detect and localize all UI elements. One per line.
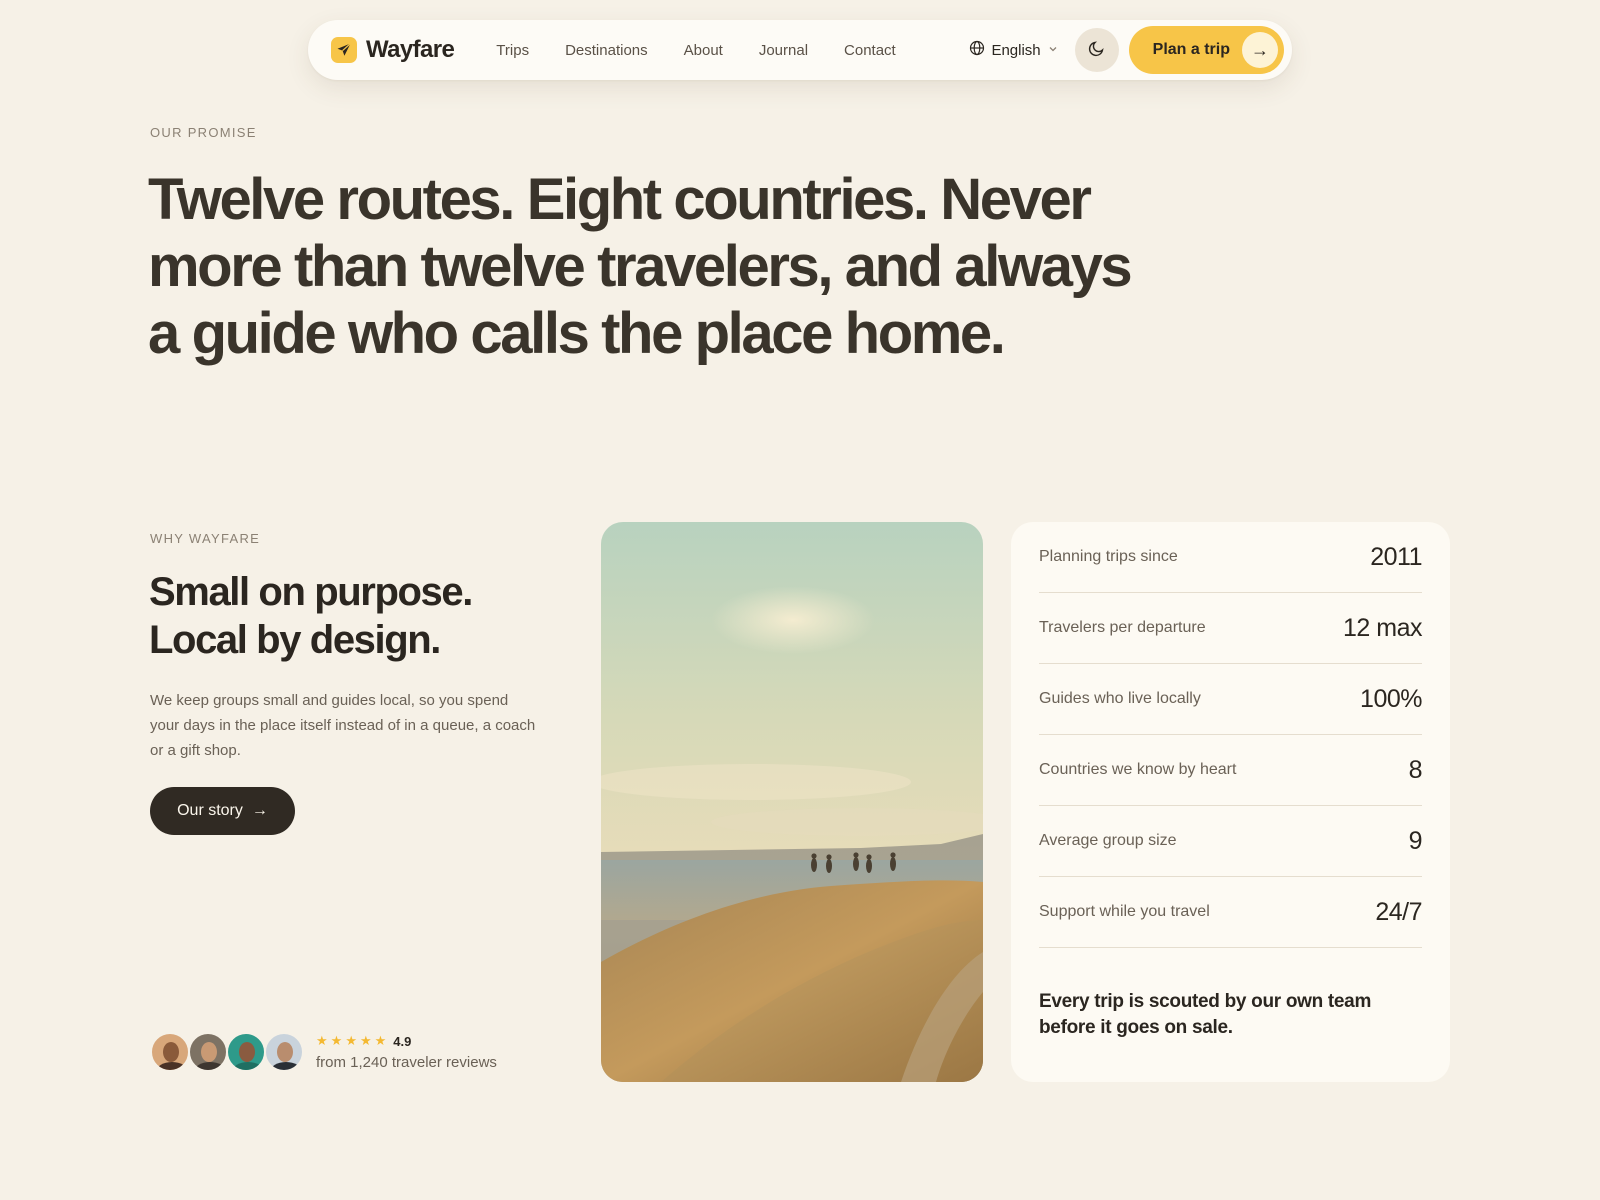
stat-label: Support while you travel xyxy=(1039,903,1210,920)
moon-icon xyxy=(1088,39,1106,62)
avatar xyxy=(226,1032,266,1072)
review-meta: ★ ★ ★ ★ ★ 4.9 from 1,240 traveler review… xyxy=(316,1033,497,1071)
stat-value: 8 xyxy=(1408,755,1423,784)
hikers-ridge-photo xyxy=(601,522,983,1082)
star-icon: ★ xyxy=(316,1033,328,1048)
star-icon: ★ xyxy=(345,1033,357,1048)
star-icon: ★ xyxy=(359,1033,372,1048)
stat-row: Guides who live locally 100% xyxy=(1039,664,1422,735)
stat-label: Travelers per departure xyxy=(1039,619,1206,636)
top-nav: Wayfare Trips Destinations About Journal… xyxy=(308,20,1292,80)
star-rating: ★ ★ ★ ★ ★ 4.9 xyxy=(316,1033,497,1049)
stats-card: Planning trips since 2011 Travelers per … xyxy=(1011,522,1450,1082)
stat-row: Countries we know by heart 8 xyxy=(1039,735,1423,806)
stat-value: 24/7 xyxy=(1375,897,1422,926)
brand-name: Wayfare xyxy=(366,36,455,63)
star-icon: ★ xyxy=(330,1033,343,1048)
avatar xyxy=(264,1032,304,1072)
hero-eyebrow: OUR PROMISE xyxy=(150,125,257,140)
paper-plane-icon xyxy=(331,37,357,63)
rating-value: 4.9 xyxy=(393,1033,412,1049)
stats-note: Every trip is scouted by our own team be… xyxy=(1039,991,1372,1038)
why-eyebrow: WHY WAYFARE xyxy=(150,531,261,546)
our-story-label: Our story xyxy=(177,802,243,819)
nav-links: Trips Destinations About Journal Contact xyxy=(496,42,895,59)
hero-title: Twelve routes. Eight countries. Never mo… xyxy=(148,167,1133,366)
why-title-line1: Small on purpose. xyxy=(149,570,473,614)
stat-value: 2011 xyxy=(1370,542,1422,571)
nav-actions: English Plan a trip → xyxy=(969,26,1284,74)
stat-label: Average group size xyxy=(1039,832,1177,849)
chevron-down-icon xyxy=(1047,42,1059,59)
our-story-button[interactable]: Our story → xyxy=(150,787,295,835)
nav-link-about[interactable]: About xyxy=(684,42,723,59)
stat-value: 100% xyxy=(1360,684,1422,713)
stat-row: Travelers per departure 12 max xyxy=(1039,593,1422,664)
stat-row: Support while you travel 24/7 xyxy=(1039,877,1422,948)
globe-icon xyxy=(969,40,985,60)
nav-link-destinations[interactable]: Destinations xyxy=(565,42,648,59)
why-body: We keep groups small and guides local, s… xyxy=(150,692,536,759)
nav-link-journal[interactable]: Journal xyxy=(759,42,808,59)
stat-label: Guides who live locally xyxy=(1039,690,1201,707)
stat-label: Countries we know by heart xyxy=(1039,761,1237,778)
language-selector[interactable]: English xyxy=(969,40,1058,60)
plan-trip-label: Plan a trip xyxy=(1152,41,1230,58)
language-label: English xyxy=(991,41,1041,59)
stat-row: Planning trips since 2011 xyxy=(1039,522,1422,593)
nav-link-trips[interactable]: Trips xyxy=(496,42,529,59)
stat-value: 9 xyxy=(1408,826,1423,855)
reviews-summary: ★ ★ ★ ★ ★ 4.9 from 1,240 traveler review… xyxy=(150,1032,497,1072)
review-count: from 1,240 traveler reviews xyxy=(316,1054,497,1071)
arrow-right-icon: → xyxy=(251,802,268,819)
plan-trip-button[interactable]: Plan a trip → xyxy=(1128,26,1284,74)
nav-link-contact[interactable]: Contact xyxy=(844,42,896,59)
why-title: Small on purpose. Local by design. xyxy=(149,568,569,664)
stat-row: Average group size 9 xyxy=(1039,806,1423,877)
brand-logo[interactable]: Wayfare xyxy=(331,36,455,64)
star-icon: ★ xyxy=(374,1033,387,1048)
stat-label: Planning trips since xyxy=(1039,548,1178,565)
why-title-line2: Local by design. xyxy=(149,618,441,662)
avatar xyxy=(188,1032,228,1072)
arrow-right-icon: → xyxy=(1242,32,1278,68)
avatar xyxy=(150,1032,190,1072)
stat-value: 12 max xyxy=(1343,613,1422,642)
theme-toggle-button[interactable] xyxy=(1074,28,1119,72)
reviewer-avatars xyxy=(150,1032,304,1072)
